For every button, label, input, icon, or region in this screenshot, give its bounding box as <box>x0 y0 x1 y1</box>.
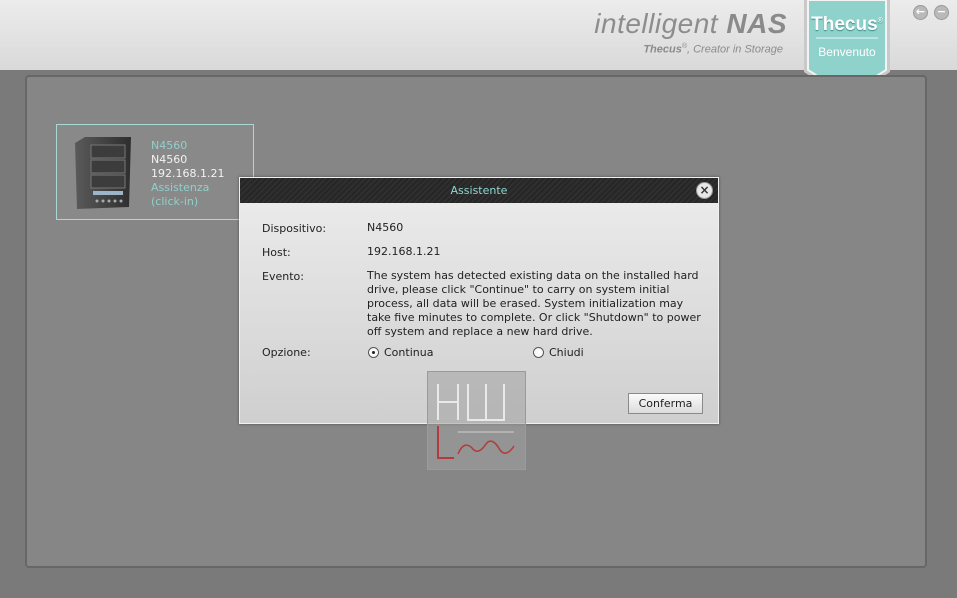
device-info: N4560 N4560 192.168.1.21 Assistenza (cli… <box>151 139 224 209</box>
minimize-button[interactable]: − <box>934 5 949 20</box>
radio-unselected-icon[interactable] <box>533 347 544 358</box>
event-label: Evento: <box>262 270 304 283</box>
option-continue-label: Continua <box>384 346 434 359</box>
event-message: The system has detected existing data on… <box>367 269 701 338</box>
dialog-title: Assistente <box>450 184 508 197</box>
option-continue[interactable]: Continua <box>368 346 433 359</box>
device-name-link[interactable]: N4560 <box>151 139 224 153</box>
brand-logo: intelligent NAS <box>594 8 787 39</box>
nas-device-icon <box>71 135 137 217</box>
brand-tagline: Thecus®, Creator in Storage <box>643 43 783 56</box>
device-card[interactable]: N4560 N4560 192.168.1.21 Assistenza (cli… <box>56 124 254 220</box>
device-name: N4560 <box>151 153 188 166</box>
confirm-button[interactable]: Conferma <box>628 393 703 414</box>
back-button[interactable]: ← <box>913 5 928 20</box>
close-icon[interactable]: × <box>696 182 713 199</box>
option-label: Opzione: <box>262 346 311 359</box>
thecus-logo: Thecus® <box>811 14 883 35</box>
assist-link[interactable]: Assistenza <box>151 181 224 195</box>
device-ip: 192.168.1.21 <box>151 167 225 180</box>
assist-link-hint[interactable]: (click-in) <box>151 195 224 209</box>
device-label: Dispositivo: <box>262 222 327 235</box>
host-value: 192.168.1.21 <box>367 245 441 258</box>
host-label: Host: <box>262 246 291 259</box>
minimize-icon: − <box>936 5 947 18</box>
back-arrow-icon: ← <box>915 5 926 18</box>
welcome-label: Benvenuto <box>818 45 876 59</box>
device-value: N4560 <box>367 221 404 234</box>
option-close-label: Chiudi <box>549 346 584 359</box>
radio-selected-icon[interactable] <box>368 347 379 358</box>
watermark-logo <box>427 371 526 470</box>
option-close[interactable]: Chiudi <box>533 346 584 359</box>
